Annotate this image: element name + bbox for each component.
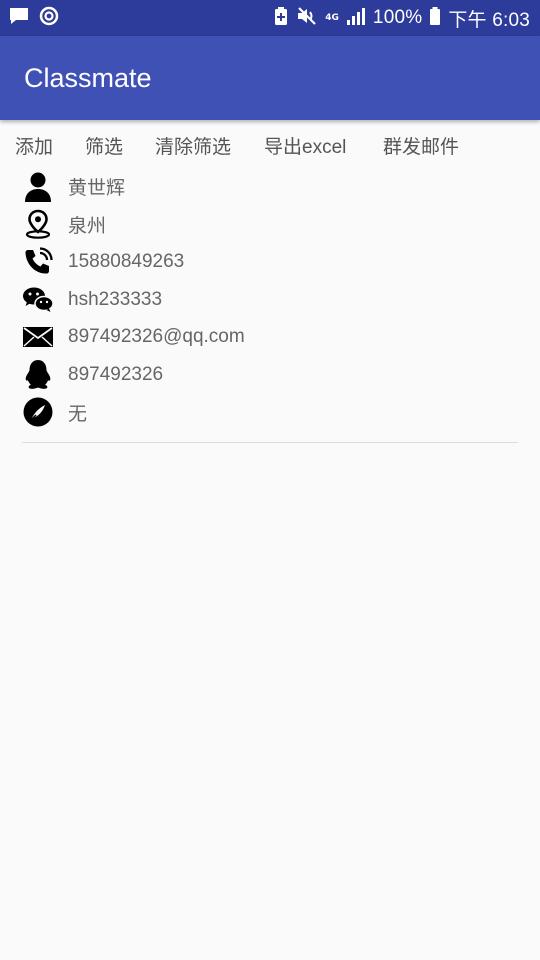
- contact-row-email: 897492326@qq.com: [22, 318, 518, 356]
- feather-icon: [22, 396, 54, 428]
- filter-button[interactable]: 筛选: [85, 132, 123, 159]
- battery-level: 100%: [372, 7, 423, 28]
- person-icon: [22, 171, 54, 203]
- contact-city: 泉州: [68, 215, 107, 237]
- app-bar: Classmate: [0, 36, 540, 120]
- network-type: 4G: [325, 12, 339, 23]
- list-divider: [22, 442, 518, 443]
- contact-row-phone: 15880849263: [22, 243, 518, 281]
- mute-icon: [296, 6, 318, 30]
- status-bar: 4G 100% 下午 6:03: [0, 0, 540, 36]
- phone-icon: [22, 246, 54, 278]
- clock: 下午 6:03: [448, 9, 530, 31]
- status-right: 4G 100% 下午 6:03: [273, 5, 530, 32]
- contact-qq: 897492326: [68, 363, 164, 385]
- contact-row-name: 黄世辉: [22, 168, 518, 206]
- battery-icon: [429, 6, 441, 30]
- contact-wechat: hsh233333: [68, 288, 163, 310]
- app-title: Classmate: [24, 62, 152, 93]
- envelope-icon: [22, 321, 54, 353]
- battery-saver-icon: [273, 6, 289, 30]
- status-left: [8, 5, 60, 31]
- location-pin-icon: [22, 208, 54, 240]
- mass-email-button[interactable]: 群发邮件: [383, 132, 459, 159]
- qq-penguin-icon: [22, 359, 54, 391]
- wechat-icon: [22, 284, 54, 316]
- add-button[interactable]: 添加: [15, 132, 53, 159]
- contact-row-note: 无: [22, 394, 518, 432]
- action-toolbar: 添加 筛选 清除筛选 导出excel 群发邮件: [0, 122, 540, 166]
- clear-filter-button[interactable]: 清除筛选: [155, 132, 231, 159]
- contact-row-qq: 897492326: [22, 356, 518, 394]
- export-excel-button[interactable]: 导出excel: [264, 132, 346, 159]
- contact-name: 黄世辉: [68, 178, 126, 200]
- contact-row-wechat: hsh233333: [22, 281, 518, 319]
- contact-row-city: 泉州: [22, 206, 518, 244]
- contact-email: 897492326@qq.com: [68, 326, 245, 348]
- contact-note: 无: [68, 403, 88, 425]
- contact-phone: 15880849263: [68, 250, 185, 272]
- sync-notification-icon: [38, 5, 60, 31]
- contact-card[interactable]: 黄世辉 泉州 15880849263 hsh233333 897492326@q…: [22, 168, 518, 431]
- signal-icon: [346, 6, 366, 30]
- chat-notification-icon: [8, 6, 30, 30]
